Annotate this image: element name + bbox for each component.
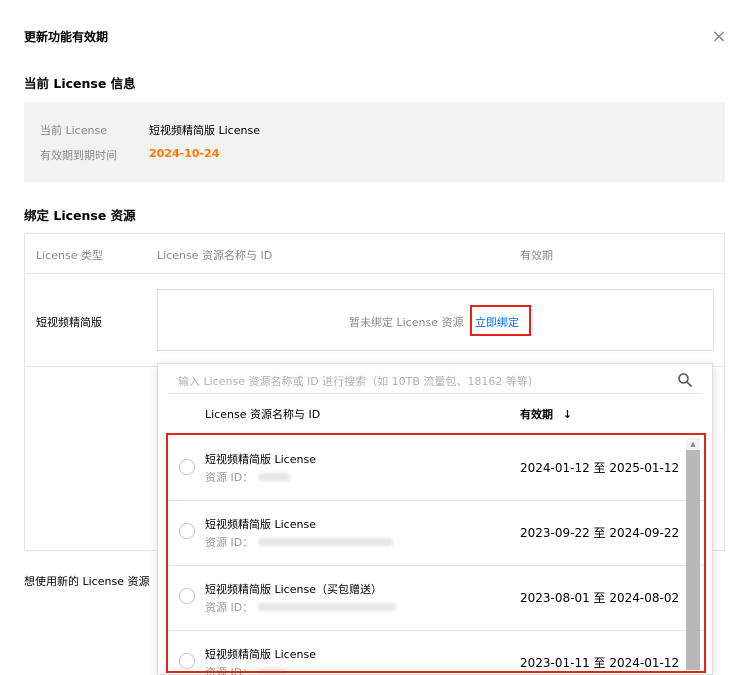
sort-arrow-icon[interactable]: ↓: [563, 408, 572, 421]
item-name: 短视频精简版 License: [205, 453, 316, 466]
list-item[interactable]: 短视频精简版 License 资源 ID： 2023-09-22 至 2024-…: [168, 501, 704, 566]
current-license-section-title: 当前 License 信息: [24, 76, 136, 91]
header-divider: [25, 273, 724, 274]
radio-button[interactable]: [179, 523, 195, 539]
radio-button[interactable]: [179, 653, 195, 669]
list-scrollbar-thumb[interactable]: [686, 450, 700, 670]
item-name: 短视频精简版 License（买包赠送）: [205, 583, 382, 596]
bind-now-link[interactable]: 立即绑定: [475, 314, 519, 330]
expiry-label: 有效期到期时间: [40, 149, 117, 162]
column-header-period: 有效期: [520, 249, 553, 262]
bind-now-highlight: 立即绑定: [470, 305, 531, 336]
period-header-label: 有效期: [520, 408, 553, 421]
item-name: 短视频精简版 License: [205, 518, 316, 531]
license-label: 当前 License: [40, 124, 107, 137]
resource-search-input[interactable]: [178, 372, 658, 390]
radio-button[interactable]: [179, 588, 195, 604]
unbound-hint: 暂未绑定 License 资源: [349, 316, 464, 329]
footer-text: 想使用新的 License 资源: [24, 575, 150, 588]
item-id-label: 资源 ID：: [205, 666, 254, 675]
item-period: 2023-09-22 至 2024-09-22: [520, 526, 680, 540]
row-license-type: 短视频精简版: [36, 316, 102, 329]
dropdown-column-period[interactable]: 有效期 ↓: [520, 406, 572, 422]
column-header-type: License 类型: [36, 249, 103, 262]
search-divider: [168, 393, 702, 394]
list-item[interactable]: 短视频精简版 License 资源 ID： 2023-01-11 至 2024-…: [168, 631, 704, 675]
dropdown-column-name-id: License 资源名称与 ID: [205, 408, 321, 421]
blurred-resource-id: [258, 668, 286, 675]
search-icon[interactable]: [677, 372, 693, 388]
list-item[interactable]: 短视频精简版 License 资源 ID： 2024-01-12 至 2025-…: [168, 436, 704, 501]
item-name: 短视频精简版 License: [205, 648, 316, 661]
current-license-info-box: 当前 License 短视频精简版 License 有效期到期时间 2024-1…: [24, 102, 725, 182]
radio-button[interactable]: [179, 459, 195, 475]
item-id-label: 资源 ID：: [205, 536, 254, 549]
list-item[interactable]: 短视频精简版 License（买包赠送） 资源 ID： 2023-08-01 至…: [168, 566, 704, 631]
scroll-up-icon[interactable]: ▲: [688, 440, 698, 448]
dialog-title: 更新功能有效期: [24, 30, 109, 44]
column-header-name-id: License 资源名称与 ID: [157, 249, 273, 262]
item-period: 2023-08-01 至 2024-08-02: [520, 591, 680, 605]
bind-resource-box: 暂未绑定 License 资源: [157, 289, 714, 351]
item-period: 2023-01-11 至 2024-01-12: [520, 656, 680, 670]
blurred-resource-id: [258, 538, 393, 546]
close-icon[interactable]: ×: [710, 28, 728, 46]
expiry-date: 2024-10-24: [149, 147, 220, 160]
item-period: 2024-01-12 至 2025-01-12: [520, 461, 680, 475]
license-value: 短视频精简版 License: [149, 124, 260, 137]
item-id-label: 资源 ID：: [205, 471, 254, 484]
blurred-resource-id: [258, 603, 396, 611]
blurred-resource-id: [258, 473, 290, 481]
bind-license-section-title: 绑定 License 资源: [24, 208, 136, 223]
item-id-label: 资源 ID：: [205, 601, 254, 614]
